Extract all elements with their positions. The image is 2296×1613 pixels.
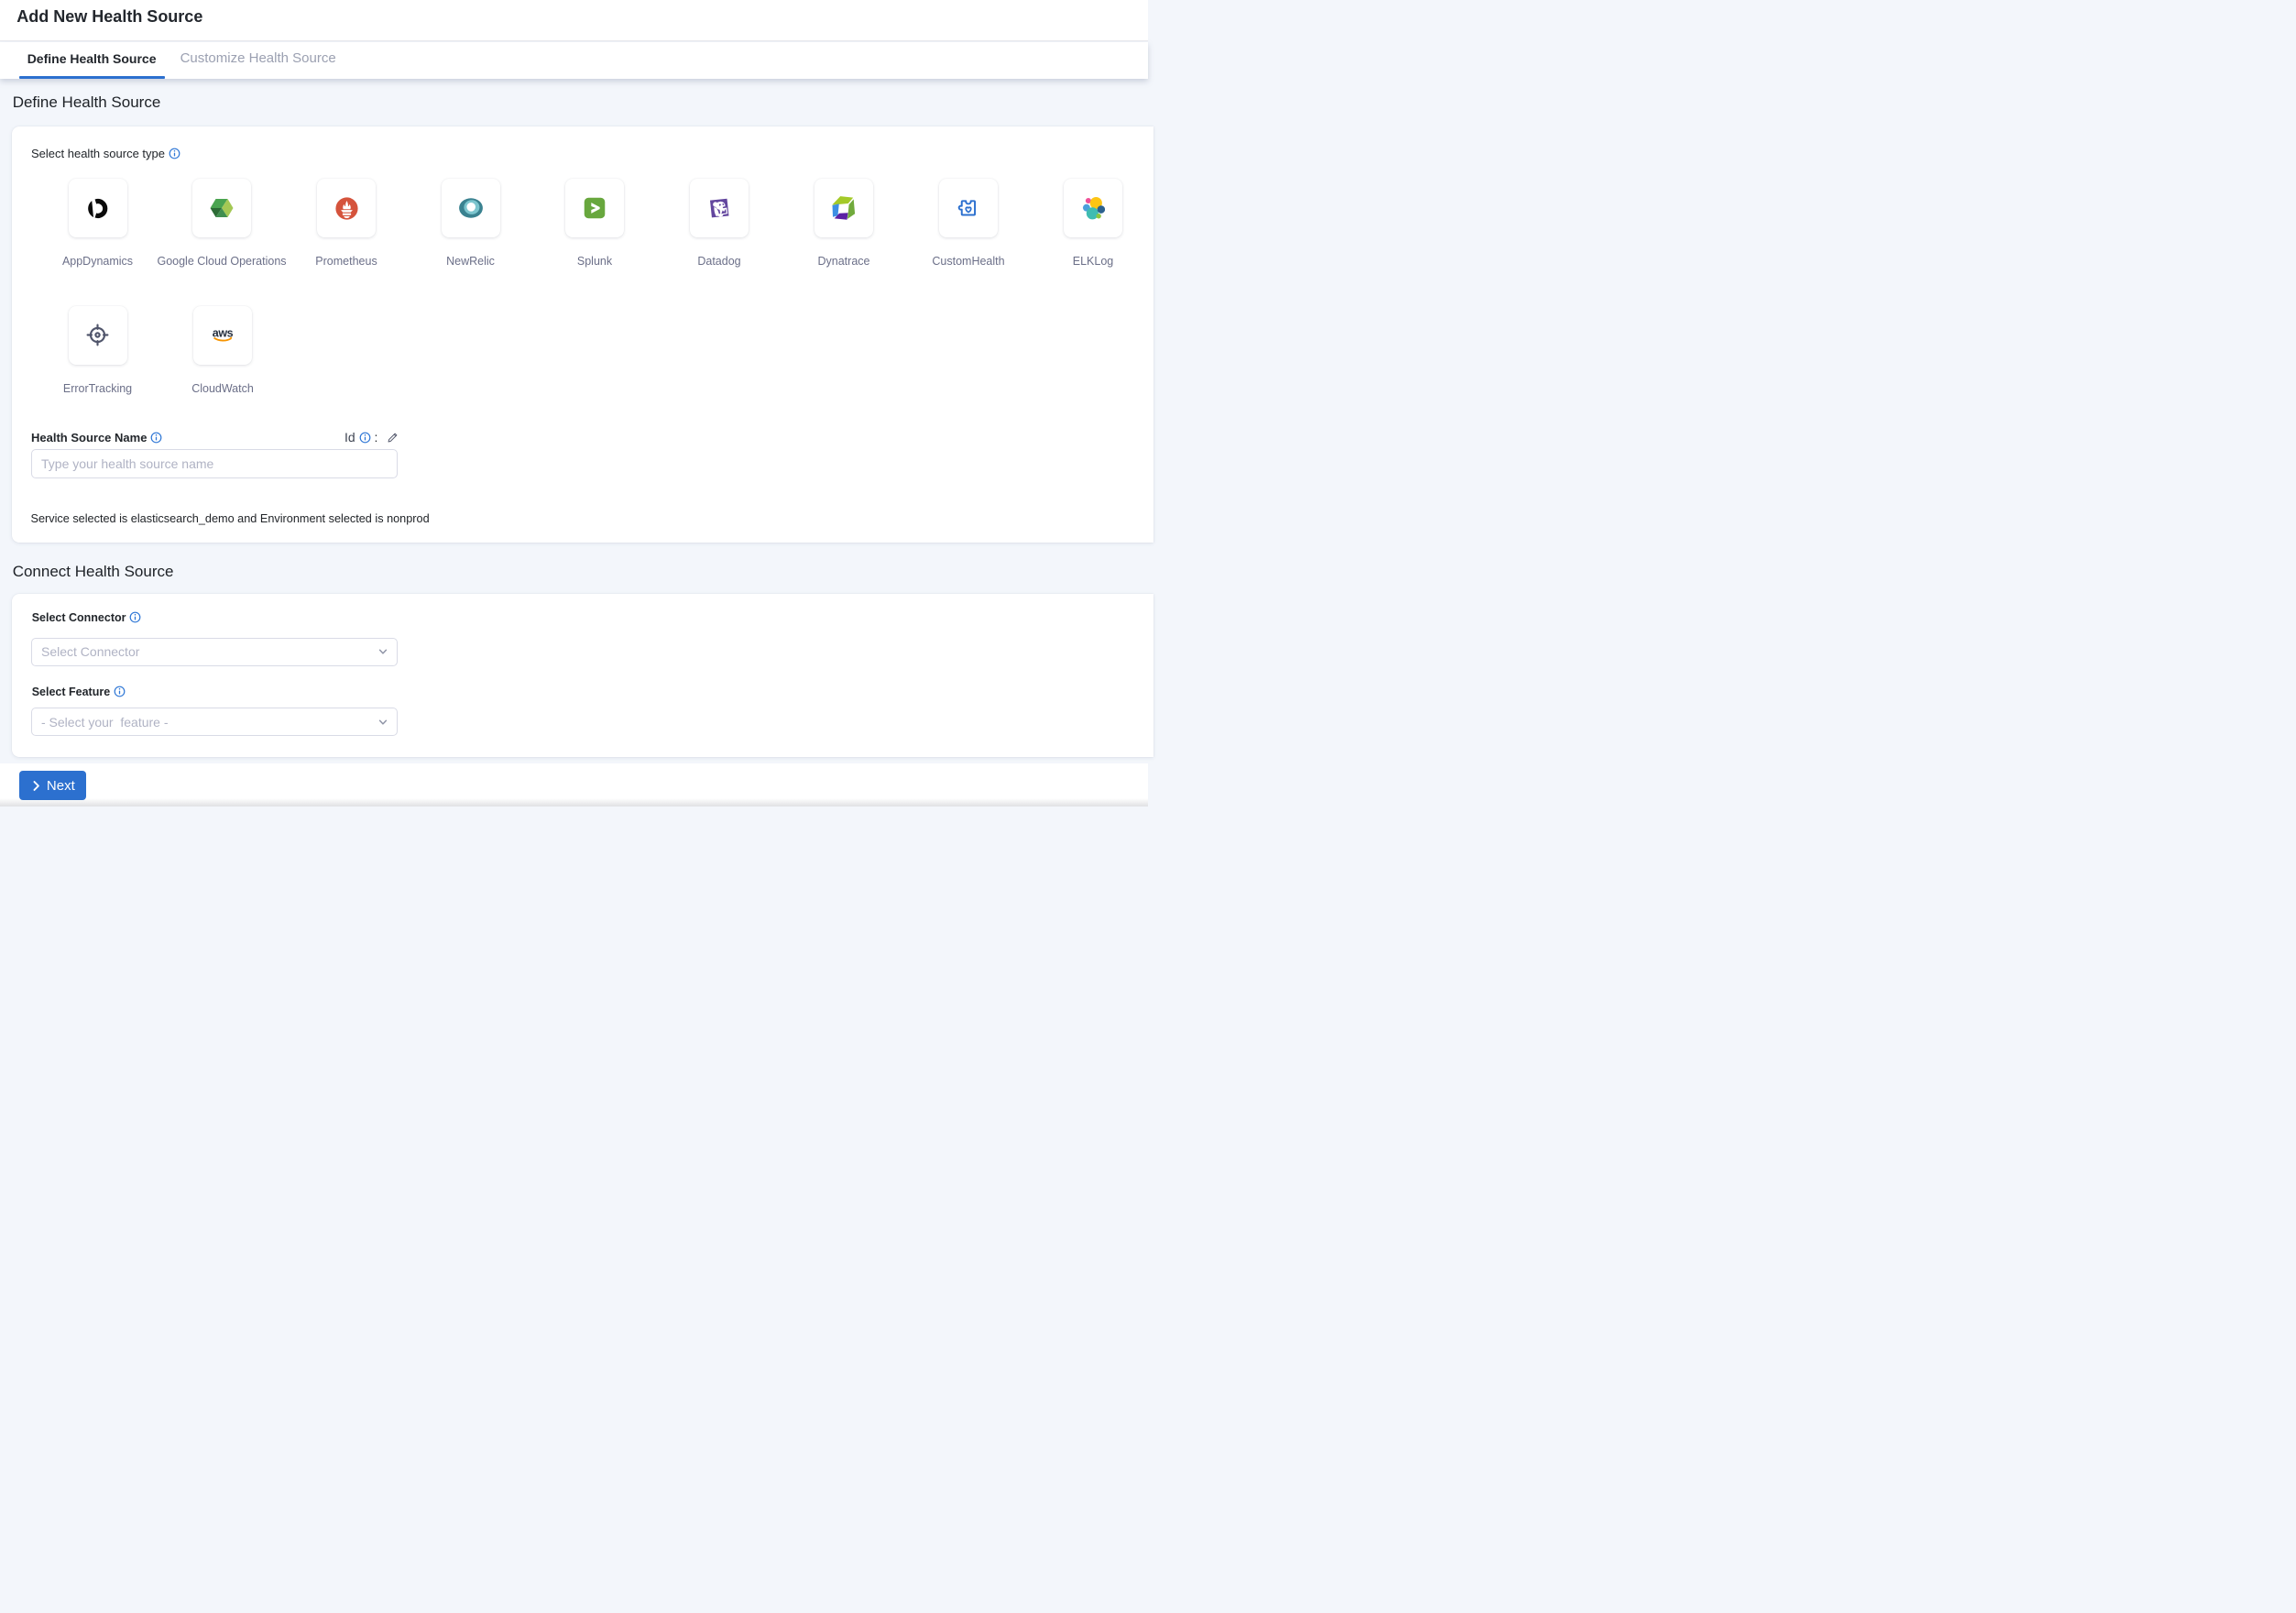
- svg-text:aws: aws: [213, 326, 234, 339]
